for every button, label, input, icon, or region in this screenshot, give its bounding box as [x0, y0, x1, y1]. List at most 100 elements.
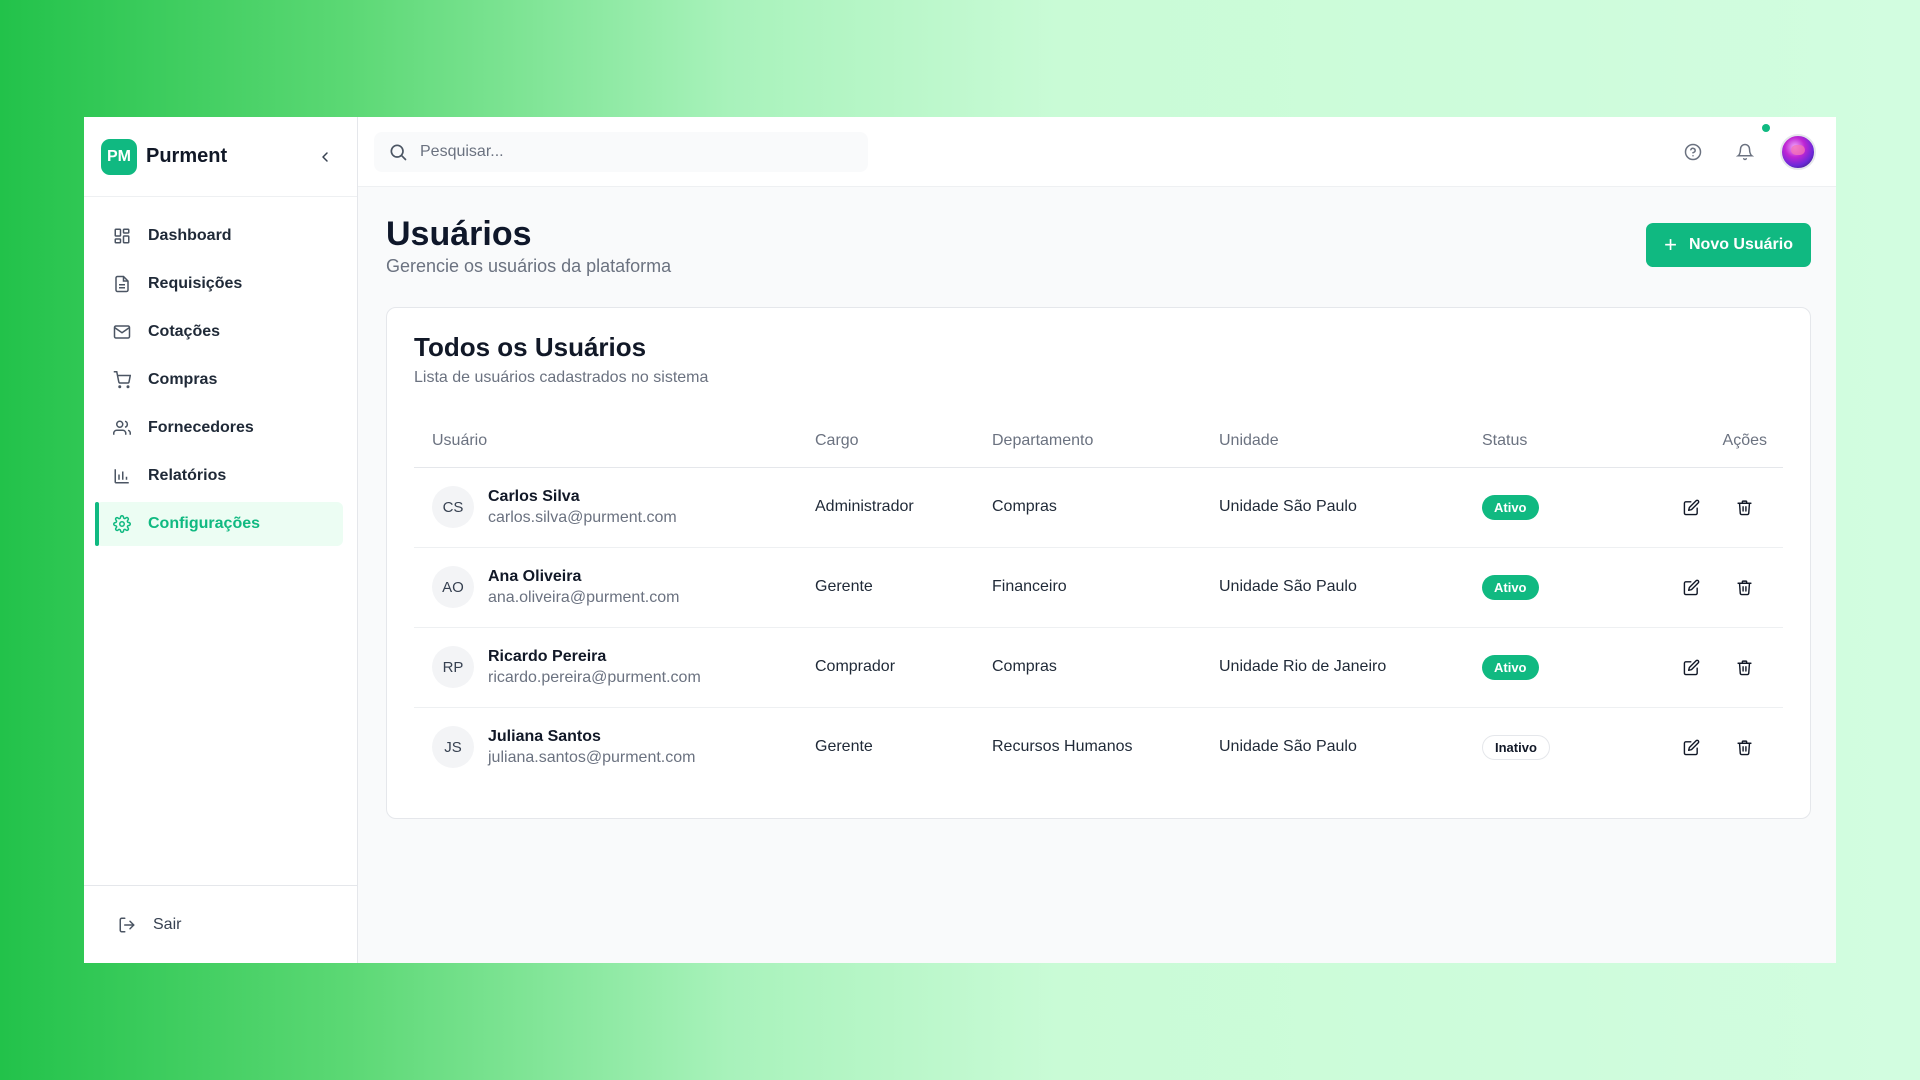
help-circle-icon — [1684, 143, 1702, 160]
new-user-button[interactable]: + Novo Usuário — [1646, 223, 1811, 267]
sidebar-item-label: Compras — [148, 371, 218, 388]
card-subtitle: Lista de usuários cadastrados no sistema — [414, 369, 709, 386]
status-badge: Inativo — [1482, 734, 1550, 760]
header-status: Status — [1482, 415, 1632, 468]
user-cell: JS Juliana Santos juliana.santos@purment… — [414, 726, 815, 769]
sidebar-item-compras[interactable]: Compras — [96, 358, 343, 402]
page-title: Usuários — [386, 215, 532, 253]
edit-icon — [1683, 739, 1699, 756]
page-header: Usuários Gerencie os usuários da platafo… — [386, 214, 1811, 277]
table-row: CS Carlos Silva carlos.silva@purment.com… — [414, 467, 1783, 548]
departamento-cell: Financeiro — [992, 547, 1219, 628]
departamento-cell: Recursos Humanos — [992, 738, 1133, 756]
mail-icon — [113, 323, 131, 341]
delete-button[interactable] — [1729, 732, 1759, 762]
sidebar-item-label: Cotações — [148, 323, 221, 340]
user-name: Juliana Santos — [488, 727, 601, 745]
user-email: ana.oliveira@purment.com — [488, 588, 680, 606]
sidebar-item-requisicoes[interactable]: Requisições — [96, 262, 343, 306]
avatar: CS — [432, 486, 474, 528]
user-cell: CS Carlos Silva carlos.silva@purment.com — [414, 486, 815, 528]
plus-icon: + — [1664, 232, 1677, 257]
users-icon — [113, 419, 131, 437]
edit-button[interactable] — [1676, 492, 1706, 522]
row-actions — [1632, 572, 1783, 602]
chevron-left-icon — [322, 151, 328, 162]
search-input[interactable] — [420, 142, 820, 161]
card-title: Todos os Usuários — [414, 332, 647, 362]
delete-button[interactable] — [1729, 652, 1759, 682]
bar-chart-icon — [113, 467, 131, 485]
user-email: carlos.silva@purment.com — [488, 508, 677, 526]
avatar: RP — [432, 646, 474, 688]
edit-icon — [1683, 579, 1699, 595]
cargo-cell: Administrador — [815, 467, 992, 548]
search-box[interactable] — [374, 131, 868, 172]
notifications-button[interactable] — [1728, 123, 1770, 169]
sidebar: PM Purment Dashboard Requisições Cotaçõe… — [84, 117, 358, 963]
sidebar-item-label: Fornecedores — [148, 419, 254, 436]
brand-header: PM Purment — [84, 117, 357, 197]
topbar-actions — [1676, 123, 1816, 170]
search-icon — [388, 142, 408, 162]
row-actions — [1632, 732, 1783, 762]
user-avatar[interactable] — [1780, 133, 1816, 170]
header-usuario: Usuário — [414, 415, 815, 468]
gear-icon — [113, 515, 131, 533]
page-subtitle: Gerencie os usuários da plataforma — [386, 256, 672, 276]
sidebar-item-label: Dashboard — [148, 227, 232, 244]
page-content: Usuários Gerencie os usuários da platafo… — [358, 187, 1836, 819]
dashboard-grid-icon — [113, 227, 131, 245]
bell-icon — [1736, 143, 1754, 160]
unidade-cell: Unidade Rio de Janeiro — [1219, 627, 1482, 708]
logout-label: Sair — [153, 915, 182, 933]
delete-button[interactable] — [1729, 572, 1759, 602]
edit-button[interactable] — [1676, 572, 1706, 602]
table-row: JS Juliana Santos juliana.santos@purment… — [414, 707, 1783, 787]
trash-icon — [1736, 659, 1752, 675]
status-badge: Ativo — [1482, 574, 1539, 600]
status-badge: Ativo — [1482, 654, 1539, 680]
table-header-row: Usuário Cargo Departamento Unidade Statu… — [414, 415, 1783, 468]
sidebar-item-relatorios[interactable]: Relatórios — [96, 454, 343, 498]
edit-button[interactable] — [1676, 732, 1706, 762]
row-actions — [1632, 652, 1783, 682]
user-cell: AO Ana Oliveira ana.oliveira@purment.com — [414, 566, 815, 608]
cart-icon — [113, 371, 131, 389]
table-row: RP Ricardo Pereira ricardo.pereira@purme… — [414, 627, 1783, 708]
logout-icon — [118, 915, 138, 935]
edit-icon — [1683, 499, 1699, 515]
table-row: AO Ana Oliveira ana.oliveira@purment.com… — [414, 547, 1783, 628]
cargo-cell: Gerente — [815, 738, 873, 756]
topbar — [358, 117, 1836, 187]
cargo-cell: Gerente — [815, 547, 992, 628]
user-name: Ricardo Pereira — [488, 647, 607, 665]
sidebar-item-cotacoes[interactable]: Cotações — [96, 310, 343, 354]
unidade-cell: Unidade São Paulo — [1219, 547, 1482, 628]
sidebar-item-dashboard[interactable]: Dashboard — [96, 214, 343, 258]
avatar: AO — [432, 566, 474, 608]
delete-button[interactable] — [1729, 492, 1759, 522]
brand-logo[interactable]: PM — [101, 138, 137, 175]
help-button[interactable] — [1676, 135, 1710, 169]
header-departamento: Departamento — [992, 415, 1219, 468]
sidebar-item-label: Relatórios — [148, 467, 227, 484]
notification-dot — [1762, 123, 1770, 132]
departamento-cell: Compras — [992, 467, 1219, 548]
trash-icon — [1736, 740, 1752, 756]
logout-button[interactable]: Sair — [84, 885, 357, 963]
unidade-cell: Unidade São Paulo — [1219, 738, 1357, 756]
edit-icon — [1683, 659, 1699, 675]
sidebar-item-label: Requisições — [148, 275, 243, 292]
departamento-cell: Compras — [992, 627, 1219, 708]
edit-button[interactable] — [1676, 652, 1706, 682]
collapse-sidebar-button[interactable] — [311, 143, 339, 171]
sidebar-item-fornecedores[interactable]: Fornecedores — [96, 406, 343, 450]
brand-name: Purment — [146, 145, 228, 167]
sidebar-item-label: Configurações — [148, 515, 261, 532]
users-card: Todos os Usuários Lista de usuários cada… — [386, 307, 1811, 819]
avatar: JS — [432, 726, 474, 769]
trash-icon — [1736, 499, 1752, 515]
sidebar-item-configuracoes[interactable]: Configurações — [95, 502, 343, 546]
user-email: ricardo.pereira@purment.com — [488, 668, 701, 686]
